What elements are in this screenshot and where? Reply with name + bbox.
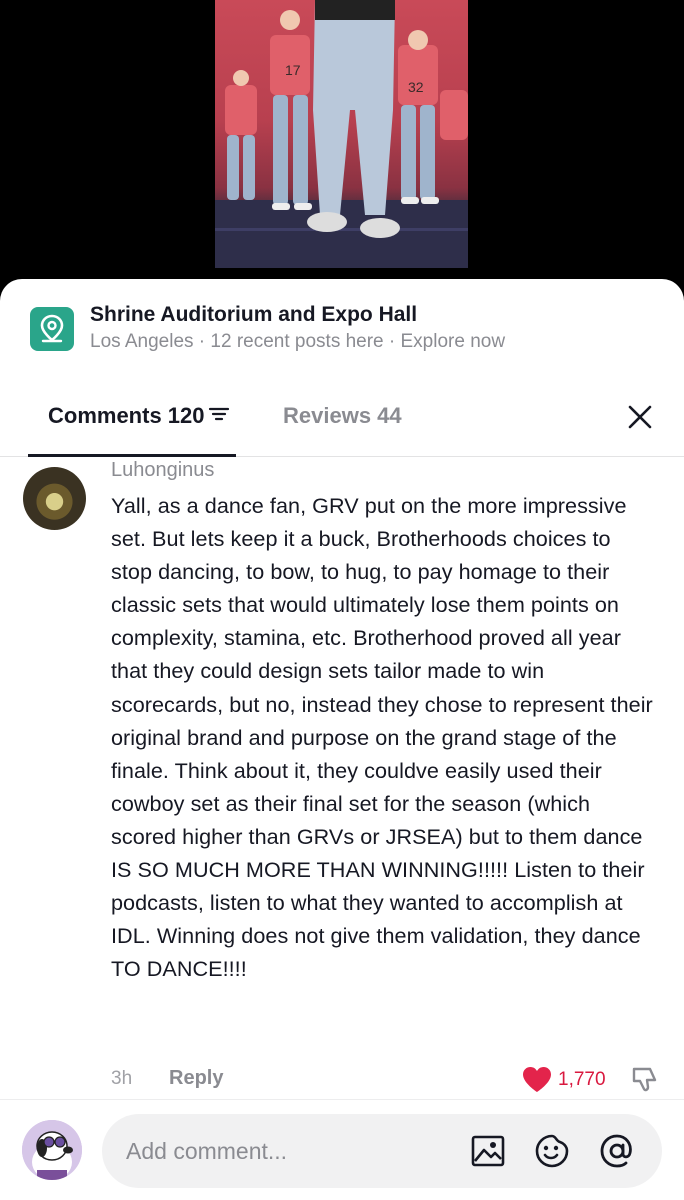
mention-icon[interactable] [599,1133,635,1169]
tab-comments[interactable]: Comments 120 [48,403,230,429]
like-count: 1,770 [558,1068,606,1090]
map-pin-icon [30,307,74,351]
video-player[interactable]: 17 32 [0,0,684,300]
comment-username[interactable]: Luhonginus [111,459,214,482]
comment-input[interactable] [126,1134,446,1168]
svg-text:32: 32 [408,79,424,95]
reply-button[interactable]: Reply [169,1067,223,1090]
user-avatar[interactable] [22,1120,82,1180]
active-tab-indicator [28,454,236,457]
avatar[interactable] [23,467,86,530]
comment-composer [0,1099,684,1200]
dislike-icon[interactable] [630,1065,660,1100]
comment-input-container[interactable] [102,1114,662,1188]
comments-sheet: Shrine Auditorium and Expo Hall Los Ange… [0,279,684,1200]
image-icon[interactable] [470,1133,506,1169]
tab-bar: Comments 120 Reviews 44 [0,389,684,457]
comment-timestamp: 3h [111,1068,133,1089]
comment-actions: 3h Reply 1,770 [111,1066,661,1096]
location-title[interactable]: Shrine Auditorium and Expo Hall [90,303,417,327]
like-button[interactable]: 1,770 [522,1066,606,1093]
tab-reviews-label: Reviews 44 [283,403,402,428]
svg-text:17: 17 [285,62,301,78]
tab-reviews[interactable]: Reviews 44 [283,403,402,429]
heart-icon [523,1067,551,1092]
close-icon[interactable] [622,399,658,435]
comment-text: Yall, as a dance fan, GRV put on the mor… [111,493,653,982]
video-thumbnail[interactable]: 17 32 [215,0,468,268]
location-banner[interactable]: Shrine Auditorium and Expo Hall Los Ange… [30,303,650,353]
location-subtitle[interactable]: Los Angeles · 12 recent posts here · Exp… [90,331,505,353]
emoji-icon[interactable] [534,1133,570,1169]
tab-comments-label: Comments 120 [48,403,205,428]
sort-icon[interactable] [208,403,230,429]
